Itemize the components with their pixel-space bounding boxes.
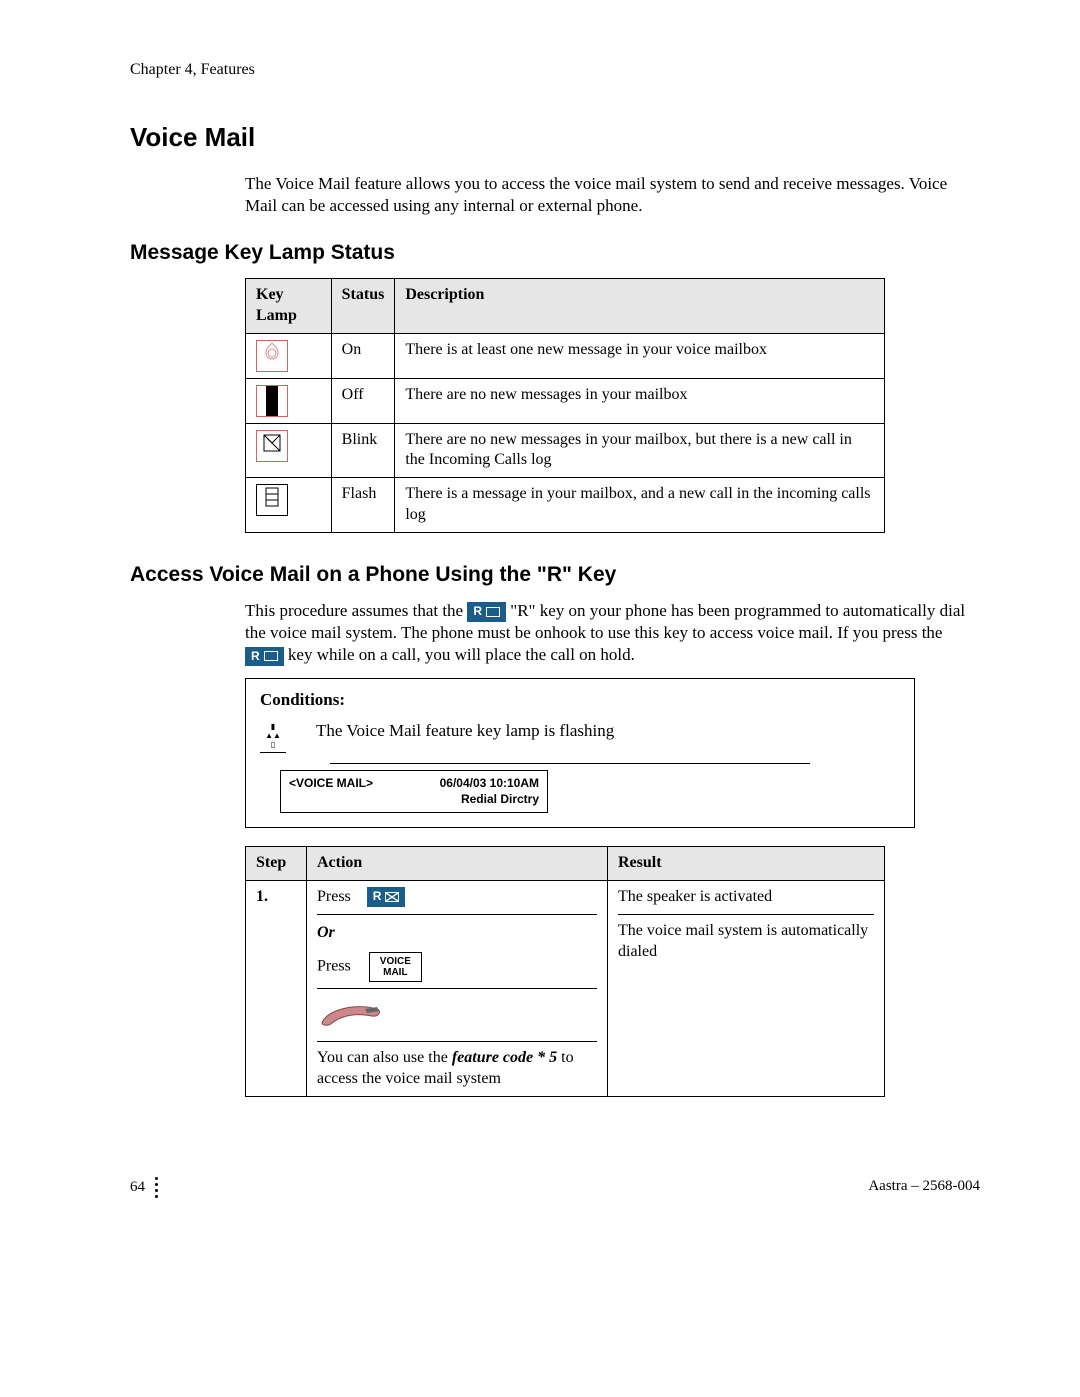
voice-mail-button-icon: VOICEMAIL	[369, 952, 422, 982]
table-header: Action	[307, 847, 608, 881]
table-header: Status	[331, 279, 395, 334]
section-heading: Access Voice Mail on a Phone Using the "…	[130, 561, 980, 588]
table-row: Blink There are no new messages in your …	[246, 423, 885, 478]
table-row: Flash There is a message in your mailbox…	[246, 478, 885, 533]
divider	[317, 914, 597, 915]
lamp-status-cell: Off	[331, 378, 395, 423]
handset-icon	[317, 1001, 387, 1029]
lamp-blink-icon	[256, 430, 288, 462]
flashing-lamp-icon: ▮▲▲▯	[260, 720, 286, 753]
lamp-flash-icon	[256, 484, 288, 516]
step-table: Step Action Result 1. Press R Or Press V…	[245, 846, 885, 1097]
footer-doc-id: Aastra – 2568-004	[868, 1177, 980, 1198]
or-label: Or	[317, 923, 597, 944]
lamp-status-cell: On	[331, 333, 395, 378]
r-key-icon: R	[467, 602, 506, 622]
text-fragment: key while on a call, you will place the …	[288, 645, 635, 664]
page-title: Voice Mail	[130, 121, 980, 155]
text-fragment: This procedure assumes that the	[245, 601, 467, 620]
lamp-desc-cell: There are no new messages in your mailbo…	[395, 423, 885, 478]
lcd-left-text: <VOICE MAIL>	[289, 775, 373, 792]
intro-paragraph: The Voice Mail feature allows you to acc…	[245, 173, 980, 217]
lamp-status-cell: Flash	[331, 478, 395, 533]
lamp-status-cell: Blink	[331, 423, 395, 478]
procedure-paragraph: This procedure assumes that the R "R" ke…	[245, 600, 980, 666]
result-text: The speaker is activated	[618, 887, 874, 908]
divider	[618, 914, 874, 915]
lamp-off-icon	[256, 385, 288, 417]
dots-icon	[155, 1177, 158, 1198]
chapter-header: Chapter 4, Features	[130, 60, 980, 81]
lamp-on-icon	[256, 340, 288, 372]
table-header: Result	[608, 847, 885, 881]
r-key-icon: R	[367, 887, 406, 907]
page-number: 64	[130, 1178, 145, 1198]
divider	[330, 763, 810, 764]
table-header: Key Lamp	[246, 279, 332, 334]
step-number: 1.	[246, 880, 307, 1096]
conditions-text: The Voice Mail feature key lamp is flash…	[316, 720, 614, 742]
table-row: On There is at least one new message in …	[246, 333, 885, 378]
press-label: Press	[317, 957, 351, 974]
table-header: Description	[395, 279, 885, 334]
conditions-title: Conditions:	[260, 689, 900, 711]
table-header: Step	[246, 847, 307, 881]
lamp-desc-cell: There is a message in your mailbox, and …	[395, 478, 885, 533]
divider	[317, 988, 597, 989]
lamp-desc-cell: There are no new messages in your mailbo…	[395, 378, 885, 423]
table-row: 1. Press R Or Press VOICEMAIL You can a	[246, 880, 885, 1096]
r-key-icon: R	[245, 647, 284, 667]
section-heading: Message Key Lamp Status	[130, 239, 980, 266]
press-label: Press	[317, 888, 351, 905]
lcd-right-text: 06/04/03 10:10AM	[440, 775, 539, 792]
table-row: Off There are no new messages in your ma…	[246, 378, 885, 423]
result-text: The voice mail system is automatically d…	[618, 921, 874, 963]
divider	[317, 1041, 597, 1042]
lamp-desc-cell: There is at least one new message in you…	[395, 333, 885, 378]
lcd-display: <VOICE MAIL> 06/04/03 10:10AM Redial Dir…	[280, 770, 548, 814]
lamp-status-table: Key Lamp Status Description On There is …	[245, 278, 885, 533]
conditions-box: Conditions: ▮▲▲▯ The Voice Mail feature …	[245, 678, 915, 828]
feature-code-note: You can also use the feature code * 5 to…	[317, 1048, 597, 1090]
step-result-cell: The speaker is activated The voice mail …	[608, 880, 885, 1096]
step-action-cell: Press R Or Press VOICEMAIL You can also …	[307, 880, 608, 1096]
page-footer: 64 Aastra – 2568-004	[130, 1177, 980, 1198]
lcd-softkeys-text: Redial Dirctry	[289, 791, 539, 808]
